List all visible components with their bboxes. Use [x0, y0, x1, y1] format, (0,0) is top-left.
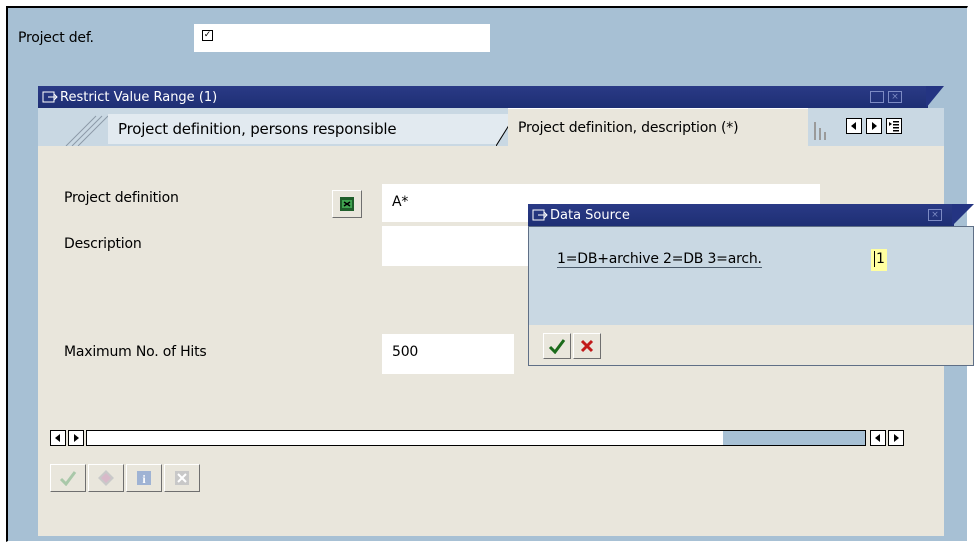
data-source-prompt-label: 1=DB+archive 2=DB 3=arch. — [557, 251, 762, 268]
project-definition-value: A* — [392, 194, 409, 210]
dialog-window-icon — [532, 209, 548, 221]
info-button[interactable]: i — [126, 464, 162, 492]
scroll-far-left-button[interactable] — [870, 430, 886, 446]
data-source-dialog: Data Source × 1=DB+archive 2=DB 3=arch. … — [528, 204, 974, 366]
confirm-check-icon — [548, 339, 566, 354]
horizontal-scrollbar-track[interactable] — [86, 430, 866, 446]
cancel-icon — [175, 471, 189, 485]
multiple-selection-icon — [340, 197, 354, 211]
tab-overflow-icon — [814, 122, 826, 140]
data-source-titlebar[interactable]: Data Source × — [528, 204, 954, 226]
tab-list-icon[interactable] — [886, 118, 902, 134]
project-def-input[interactable]: ✓ — [194, 24, 490, 52]
dialog-window-icon — [42, 91, 58, 103]
data-source-title: Data Source — [550, 207, 630, 223]
execute-button[interactable] — [50, 464, 86, 492]
cancel-button[interactable] — [573, 333, 601, 359]
tab-strip-hatch — [65, 115, 108, 146]
max-hits-value: 500 — [392, 344, 419, 360]
tab-scroll-left-icon[interactable] — [846, 118, 862, 134]
cancel-x-icon — [580, 339, 594, 353]
max-hits-input[interactable]: 500 — [382, 334, 514, 374]
restrict-dialog-title: Restrict Value Range (1) — [60, 89, 218, 105]
data-source-input[interactable]: 1 — [871, 249, 887, 271]
close-icon[interactable]: × — [928, 209, 942, 221]
multiple-selection-button[interactable] — [332, 190, 362, 218]
description-input[interactable] — [382, 226, 532, 266]
sap-workspace: Project def. ✓ Restrict Value Range (1) … — [6, 6, 974, 542]
info-icon: i — [137, 471, 151, 486]
close-icon[interactable]: × — [888, 91, 902, 103]
tab-description-label: Project definition, description (*) — [518, 120, 739, 136]
tab-scroll-right-icon[interactable] — [866, 118, 882, 134]
data-source-value: 1 — [874, 251, 885, 267]
scroll-right-button[interactable] — [68, 430, 84, 446]
tab-strip: Project definition, persons responsible … — [38, 108, 944, 146]
multiple-selection-icon — [98, 470, 114, 486]
check-icon — [59, 471, 77, 486]
horizontal-scrollbar-thumb[interactable] — [87, 431, 723, 445]
restrict-dialog-titlebar[interactable]: Restrict Value Range (1) × — [38, 86, 928, 108]
description-label: Description — [64, 236, 142, 252]
confirm-button[interactable] — [543, 333, 571, 359]
cancel-toolbar-button[interactable] — [164, 464, 200, 492]
data-source-footer — [529, 325, 973, 365]
minimize-icon[interactable] — [870, 91, 884, 103]
data-source-body: 1=DB+archive 2=DB 3=arch. 1 — [528, 226, 974, 366]
tab-persons-responsible[interactable]: Project definition, persons responsible — [108, 114, 498, 144]
max-hits-label: Maximum No. of Hits — [64, 344, 207, 360]
multiple-selection-toolbar-button[interactable] — [88, 464, 124, 492]
titlebar-slant — [952, 204, 974, 226]
checkbox-marker-icon: ✓ — [202, 30, 213, 41]
scroll-far-right-button[interactable] — [888, 430, 904, 446]
project-def-label: Project def. — [18, 30, 94, 46]
project-definition-label: Project definition — [64, 190, 179, 206]
tab-description-active[interactable]: Project definition, description (*) — [508, 108, 808, 146]
scroll-left-button[interactable] — [50, 430, 66, 446]
tab-persons-responsible-label: Project definition, persons responsible — [118, 120, 397, 138]
titlebar-slant — [926, 86, 944, 108]
